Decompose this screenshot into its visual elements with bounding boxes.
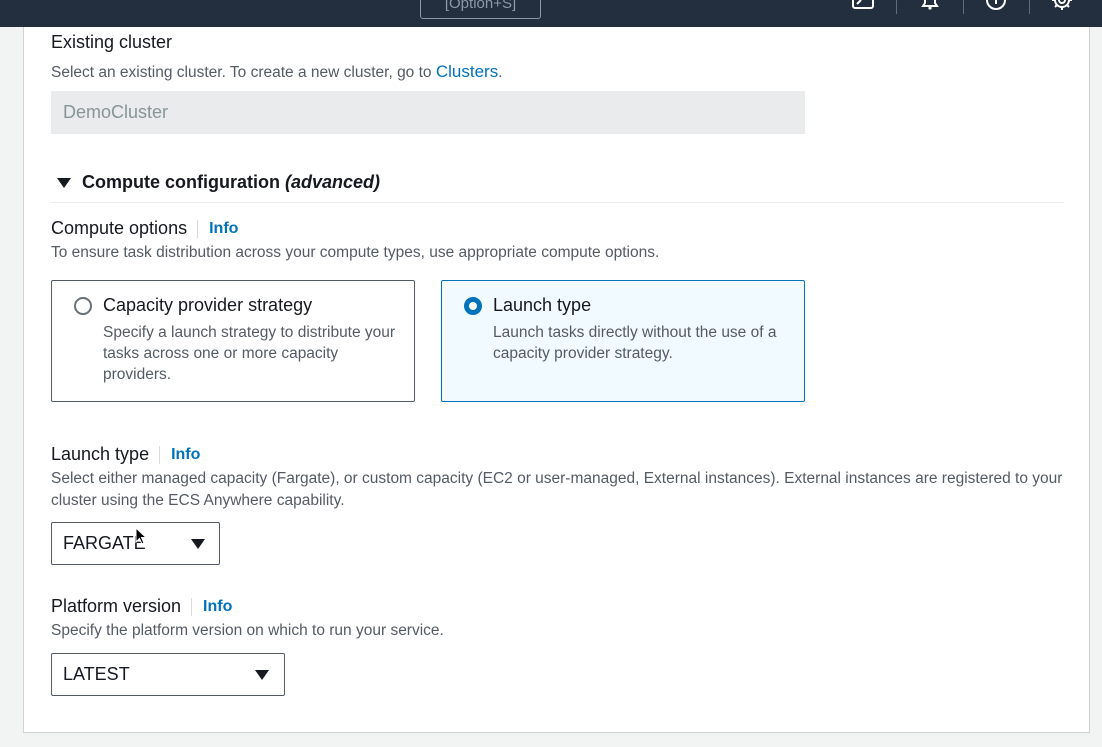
compute-options-header: Compute options Info [51,218,238,239]
clusters-link[interactable]: Clusters [436,62,498,81]
launch-type-info-link[interactable]: Info [159,445,200,464]
caret-down-icon [255,670,269,680]
help-icon[interactable] [983,0,1009,12]
notifications-icon[interactable] [917,0,943,12]
settings-icon[interactable] [1049,0,1075,12]
platform-version-info-link[interactable]: Info [191,597,232,616]
existing-cluster-description-text: Select an existing cluster. To create a … [51,64,436,81]
search-shortcut-hint[interactable]: [Option+S] [420,0,541,19]
existing-cluster-description-suffix: . [498,64,503,81]
compute-configuration-toggle[interactable]: Compute configuration (advanced) [57,172,380,193]
launch-type-radio[interactable] [464,297,482,315]
section-divider [51,202,1064,203]
platform-version-header: Platform version Info [51,596,232,617]
capacity-provider-strategy-radio[interactable] [74,297,92,315]
launch-type-description: Select either managed capacity (Fargate)… [51,470,1063,509]
capacity-provider-strategy-tile[interactable]: Capacity provider strategy Specify a lau… [51,280,415,402]
capacity-provider-strategy-description: Specify a launch strategy to distribute … [103,324,396,383]
compute-options-description: To ensure task distribution across your … [51,244,660,261]
launch-type-tile-description: Launch tasks directly without the use of… [493,324,777,362]
service-environment-panel: Existing cluster Select an existing clus… [23,27,1090,733]
cloudshell-icon[interactable] [850,0,876,12]
existing-cluster-input: DemoCluster [51,91,805,134]
platform-version-label: Platform version [51,596,182,616]
launch-type-header: Launch type Info [51,444,200,465]
compute-options-label: Compute options [51,218,188,238]
compute-configuration-title-suffix: (advanced) [284,172,381,192]
capacity-provider-strategy-title: Capacity provider strategy [103,295,313,315]
launch-type-tile-title: Launch type [493,295,592,315]
caret-down-icon [191,539,205,549]
platform-version-description: Specify the platform version on which to… [51,622,444,639]
mouse-cursor-icon [135,526,148,550]
top-navigation-bar: [Option+S] [0,0,1102,27]
compute-options-info-link[interactable]: Info [197,219,238,238]
existing-cluster-description: Select an existing cluster. To create a … [51,61,503,84]
caret-down-icon [57,177,71,188]
platform-version-select[interactable]: LATEST [51,653,285,696]
platform-version-select-value: LATEST [63,664,130,684]
launch-type-select-value: FARGATE [63,533,146,553]
launch-type-tile[interactable]: Launch type Launch tasks directly withou… [441,280,805,402]
existing-cluster-label: Existing cluster [51,32,173,52]
compute-configuration-title: Compute configuration [82,172,280,192]
launch-type-label: Launch type [51,444,150,464]
